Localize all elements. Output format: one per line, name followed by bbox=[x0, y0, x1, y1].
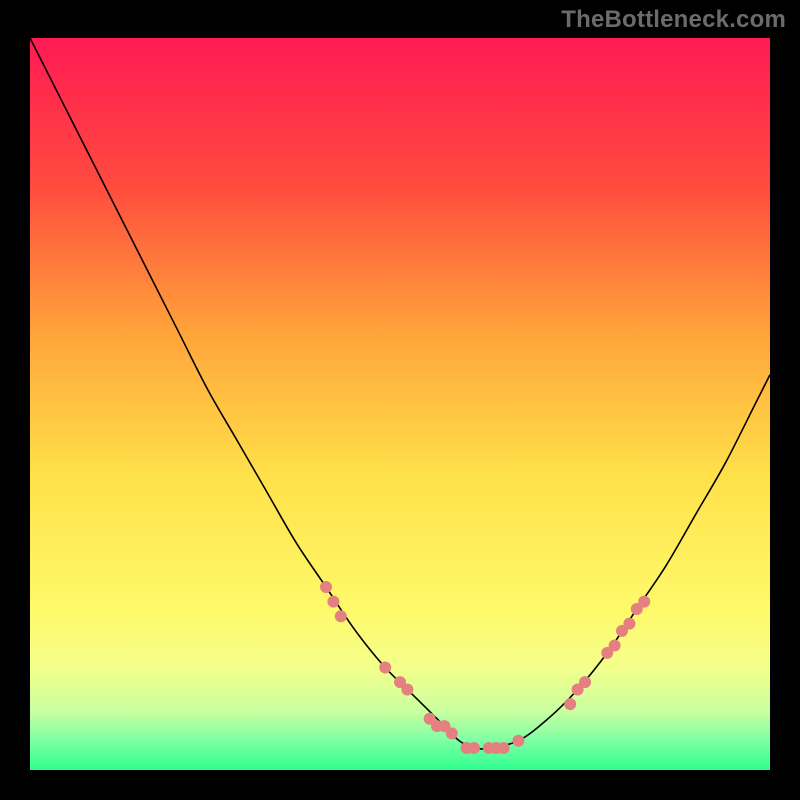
marker-point bbox=[335, 610, 347, 622]
marker-point bbox=[468, 742, 480, 754]
marker-point bbox=[623, 618, 635, 630]
marker-point bbox=[512, 735, 524, 747]
chart-svg bbox=[30, 38, 770, 770]
figure-root: TheBottleneck.com bbox=[0, 0, 800, 800]
marker-point bbox=[401, 683, 413, 695]
marker-point bbox=[638, 596, 650, 608]
marker-point bbox=[446, 727, 458, 739]
marker-point bbox=[579, 676, 591, 688]
marker-point bbox=[320, 581, 332, 593]
marker-point bbox=[609, 640, 621, 652]
gradient-background bbox=[30, 38, 770, 770]
marker-point bbox=[498, 742, 510, 754]
marker-point bbox=[379, 662, 391, 674]
watermark-label: TheBottleneck.com bbox=[561, 6, 786, 34]
plot-area bbox=[30, 38, 770, 770]
marker-point bbox=[327, 596, 339, 608]
marker-point bbox=[564, 698, 576, 710]
